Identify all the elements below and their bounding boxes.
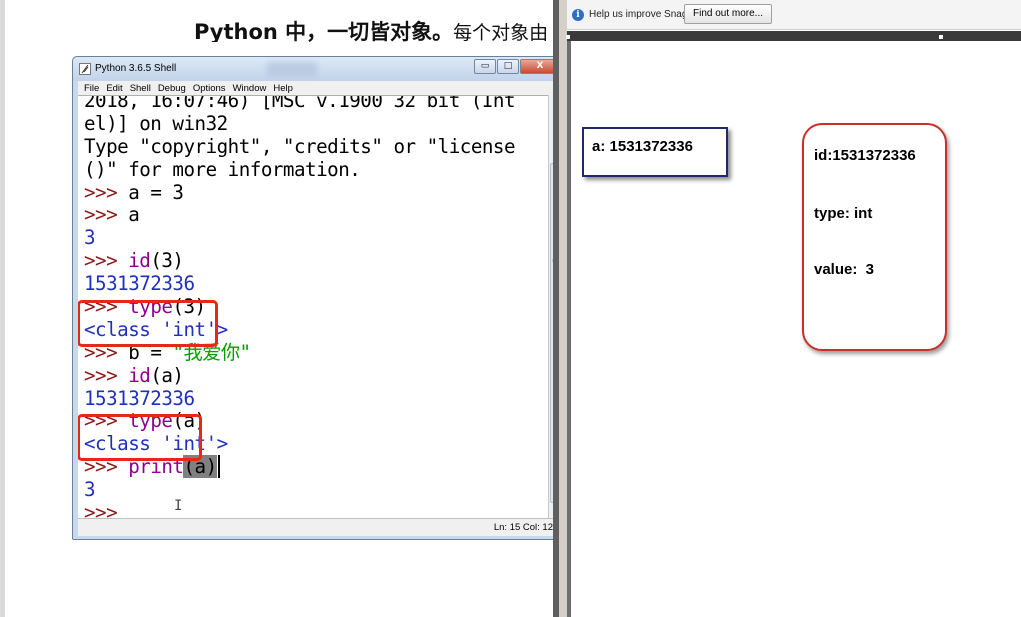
shell-titlebar[interactable]: Python 3.6.5 Shell ▭ □ X (73, 57, 566, 81)
shell-line: 3 (84, 226, 515, 250)
shell-token: 2018, 16:07:46) [MSC v.1900 32 bit (Int (84, 95, 516, 112)
shell-token: 3 (84, 478, 96, 502)
capture-left-edge (567, 41, 571, 617)
shell-line: ()" for more information. (84, 157, 515, 182)
cursor-position-status: Ln: 15 Col: 12 (493, 522, 553, 533)
find-out-more-button[interactable]: Find out more... (684, 4, 772, 24)
left-edge-strip (0, 0, 5, 617)
shell-token: id (128, 249, 151, 273)
capture-dark-band (567, 31, 1021, 41)
shell-line: >>> a (84, 204, 515, 227)
object-id: id:1531372336 (814, 147, 916, 164)
shell-token: >>> (84, 249, 129, 273)
menu-edit[interactable]: Edit (106, 83, 122, 94)
shell-token: ()" for more information. (84, 157, 361, 181)
shell-token: el)] on win32 (84, 111, 228, 135)
menu-debug[interactable]: Debug (158, 83, 186, 94)
shell-line: 2018, 16:07:46) [MSC v.1900 32 bit (Int (84, 95, 516, 113)
shell-token: a (128, 203, 140, 227)
python-feather-icon (79, 63, 91, 75)
object-box: id:1531372336 type: int value: 3 (802, 123, 947, 351)
slide-heading-normal: 每个对象由 (453, 22, 549, 42)
slide-heading: Python 中，一切皆对象。每个对象由 (194, 16, 556, 42)
shell-menubar: File Edit Shell Debug Options Window Help (78, 81, 561, 95)
menu-shell[interactable]: Shell (130, 83, 151, 94)
menu-file[interactable]: File (84, 83, 99, 94)
snagit-message: Help us improve Snagit (589, 9, 693, 20)
capture-handle[interactable] (939, 35, 943, 39)
shell-token: >>> (84, 363, 129, 387)
highlight-box-id-a (78, 414, 202, 461)
shell-token: >>> (84, 180, 129, 204)
shell-token: 3 (84, 226, 96, 250)
menu-window[interactable]: Window (233, 83, 267, 94)
shell-token: 1531372336 (84, 386, 195, 410)
capture-handle[interactable] (566, 35, 570, 39)
info-icon: i (572, 9, 584, 21)
shell-statusbar: Ln: 15 Col: 12 (78, 518, 561, 536)
slide-heading-bold: Python 中，一切皆对象。 (194, 20, 454, 42)
shell-line: >>> a = 3 (84, 180, 515, 205)
window-controls: ▭ □ X (474, 59, 560, 74)
shell-line: 1531372336 (84, 386, 515, 411)
shell-line: >>> (84, 501, 515, 518)
screen-divider-light (559, 0, 567, 617)
highlight-box-id-3 (78, 300, 218, 347)
shell-line: >>> id(3) (84, 249, 515, 273)
object-type: type: int (814, 205, 873, 222)
menu-options[interactable]: Options (193, 83, 226, 94)
shell-token: (a) (150, 363, 184, 387)
shell-line: el)] on win32 (84, 111, 515, 136)
shell-title: Python 3.6.5 Shell (95, 63, 177, 74)
menu-help[interactable]: Help (273, 83, 293, 94)
shell-line: 1531372336 (84, 272, 515, 296)
shell-line: >>> id(a) (84, 363, 515, 388)
python-shell-window[interactable]: Python 3.6.5 Shell ▭ □ X File Edit Shell De… (72, 56, 567, 540)
variable-box: a: 1531372336 (582, 127, 728, 177)
shell-line: Type "copyright", "credits" or "license (84, 134, 516, 159)
shell-token: 1531372336 (84, 272, 195, 296)
shell-line: 3 (84, 478, 515, 502)
snagit-notification-bar: i Help us improve Snagit Find out more..… (567, 0, 1021, 30)
maximize-button[interactable]: □ (497, 59, 519, 74)
shell-token: >>> (84, 203, 129, 227)
shell-token: Type "copyright", "credits" or "license (84, 134, 516, 158)
shell-editor[interactable]: 2018, 16:07:46) [MSC v.1900 32 bit (Int e… (78, 95, 548, 518)
variable-label: a: 1531372336 (592, 138, 693, 155)
shell-token: a = 3 (128, 180, 184, 204)
minimize-button[interactable]: ▭ (474, 59, 496, 74)
title-blur-artifact (267, 62, 317, 76)
shell-token: id (128, 363, 151, 387)
text-cursor-icon: I (174, 498, 183, 514)
shell-token: >>> (84, 501, 129, 518)
shell-token: (3) (150, 249, 184, 273)
text-caret (217, 455, 220, 479)
object-value: value: 3 (814, 261, 875, 278)
